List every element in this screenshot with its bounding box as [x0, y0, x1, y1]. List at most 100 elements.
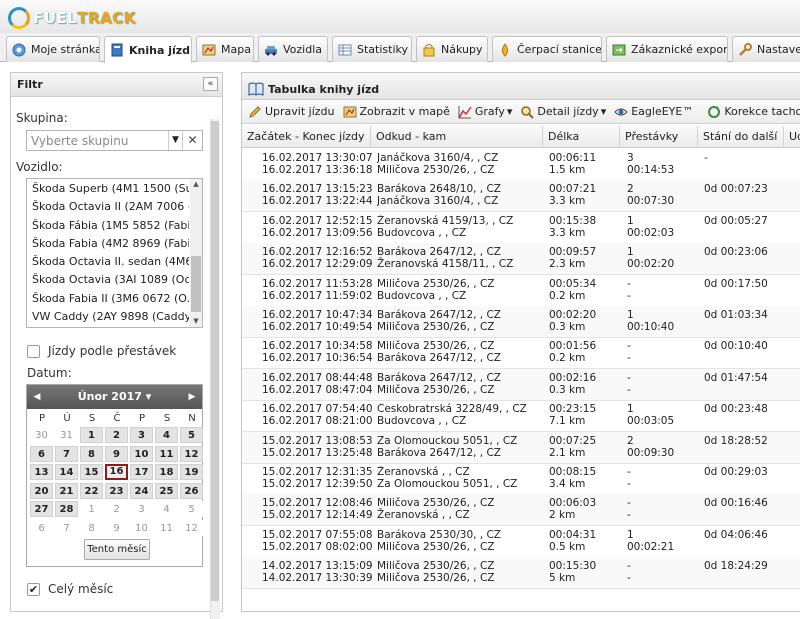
trip-detail-button[interactable]: Detail jízdy ▾	[520, 105, 606, 119]
calendar-day[interactable]: 7	[55, 519, 78, 536]
calendar-day[interactable]: 3	[130, 427, 153, 443]
stops-checkbox[interactable]	[27, 345, 40, 358]
edit-trip-button[interactable]: Upravit jízdu	[248, 105, 335, 119]
vehicle-option[interactable]: Škoda Octavia (3AI 1089 (Octavia))	[27, 271, 189, 289]
clear-icon[interactable]: ✕	[182, 131, 202, 150]
calendar-day[interactable]: 24	[130, 482, 153, 499]
vehicle-list-scroll-thumb[interactable]	[191, 256, 201, 312]
next-month-icon[interactable]: ▶	[184, 385, 200, 409]
charts-button[interactable]: Grafy ▾	[458, 105, 512, 119]
scroll-down-icon[interactable]: ▼	[190, 316, 202, 327]
calendar-day[interactable]: 13	[30, 464, 53, 480]
tab-nakupy[interactable]: Nákupy	[416, 36, 488, 62]
calendar-day[interactable]: 21	[55, 482, 78, 499]
vehicle-option[interactable]: Škoda Octavia II. sedan (4M6 1)	[27, 253, 189, 271]
calendar-day[interactable]: 25	[155, 482, 178, 499]
trip-row[interactable]: 16.02.2017 11:53:28 16.02.2017 11:59:02 Mi…	[242, 275, 800, 307]
calendar-day[interactable]: 8	[80, 519, 103, 536]
vehicle-option[interactable]: Škoda Octavia II (2AM 7006 (Octavia))	[27, 198, 189, 216]
calendar-day[interactable]: 9	[105, 519, 128, 536]
odometer-correction-button[interactable]: Korekce tachometru	[707, 105, 800, 119]
tab-zakaznicke-exporty[interactable]: Zákaznické exporty	[606, 36, 728, 62]
trip-row[interactable]: 15.02.2017 12:31:35 15.02.2017 12:39:50 Že…	[242, 463, 800, 495]
fueltrack-logo[interactable]: FUELTRACK	[8, 7, 136, 29]
this-month-button[interactable]: Tento měsíc	[84, 539, 150, 560]
calendar-day[interactable]: 2	[105, 427, 128, 443]
column-header-time[interactable]: Začátek - Konec jízdy	[242, 126, 371, 148]
show-on-map-button[interactable]: Zobrazit v mapě	[343, 105, 450, 119]
calendar-day[interactable]: 14	[55, 464, 78, 480]
tab-mapa[interactable]: Mapa	[196, 36, 254, 62]
column-header-more[interactable]: Ud	[784, 126, 800, 148]
filter-scrollbar-thumb[interactable]	[211, 121, 219, 601]
calendar-day[interactable]: 1	[80, 427, 103, 443]
calendar-day[interactable]: 20	[30, 482, 53, 499]
calendar-day[interactable]: 30	[30, 427, 53, 443]
calendar-day[interactable]: 16	[105, 464, 128, 480]
group-select[interactable]: Vyberte skupinu ▼ ✕	[26, 130, 203, 151]
calendar-day[interactable]: 2	[105, 501, 128, 517]
vehicle-option[interactable]: Škoda Fabia (4M2 8969 (Fabia))	[27, 235, 189, 253]
calendar-day[interactable]: 11	[155, 519, 178, 536]
calendar-day[interactable]: 26	[180, 482, 203, 499]
vehicle-option[interactable]: VW Caddy (2AY 9898 (Caddy))	[27, 308, 189, 326]
trip-row[interactable]: 16.02.2017 12:52:15 16.02.2017 13:09:56 Že…	[242, 212, 800, 244]
calendar-day[interactable]: 9	[105, 445, 128, 462]
scroll-up-icon[interactable]: ▲	[190, 179, 202, 190]
trip-row[interactable]: 16.02.2017 08:44:48 16.02.2017 08:47:04 Ba…	[242, 368, 800, 401]
column-header-route[interactable]: Odkud - kam	[371, 126, 543, 148]
column-header-parking[interactable]: Stání do další	[698, 126, 784, 148]
trip-row[interactable]: 16.02.2017 10:47:34 16.02.2017 10:49:54 Ba…	[242, 306, 800, 338]
trip-row[interactable]: 15.02.2017 07:55:08 15.02.2017 08:02:00 Ba…	[242, 526, 800, 558]
prev-month-icon[interactable]: ◀	[29, 385, 45, 409]
calendar-day[interactable]: 31	[55, 427, 78, 443]
chevron-down-icon[interactable]: ▼	[168, 131, 182, 150]
trip-row[interactable]: 15.02.2017 12:08:46 15.02.2017 12:14:49 Mi…	[242, 494, 800, 527]
trip-row[interactable]: 14.02.2017 13:15:09 14.02.2017 13:30:39 Mi…	[242, 557, 800, 590]
tab-nastaveni[interactable]: Nastavení	[732, 36, 800, 62]
whole-month-checkbox[interactable]: ✔	[27, 583, 40, 596]
eagleeye-button[interactable]: EagleEYE™	[614, 105, 693, 119]
calendar-day[interactable]: 18	[155, 464, 178, 480]
calendar-day[interactable]: 5	[180, 501, 203, 517]
trip-row[interactable]: 16.02.2017 12:16:52 16.02.2017 12:29:09 Ba…	[242, 243, 800, 276]
calendar-day[interactable]: 8	[80, 445, 103, 462]
tab-cerpaci-stanice[interactable]: Čerpací stanice	[492, 36, 602, 62]
calendar-month[interactable]: Únor 2017 ▾	[78, 390, 152, 403]
tab-vozidla[interactable]: Vozidla	[258, 36, 328, 62]
calendar-day[interactable]: 6	[30, 445, 53, 462]
calendar-day[interactable]: 4	[155, 501, 178, 517]
collapse-panel-button[interactable]: «	[203, 77, 218, 91]
calendar-day[interactable]: 12	[180, 445, 203, 462]
calendar-day[interactable]: 17	[130, 464, 153, 480]
calendar-day[interactable]: 4	[155, 427, 178, 443]
calendar-day[interactable]: 19	[180, 464, 203, 480]
vehicle-option[interactable]: Škoda Superb (4M1 1500 (Superb))	[27, 180, 189, 198]
vehicle-option[interactable]: Škoda Fabia II (3M6 0672 (O.Te	[27, 290, 189, 308]
calendar-day[interactable]: 15	[80, 464, 103, 480]
tab-statistiky[interactable]: Statistiky	[332, 36, 412, 62]
calendar-day[interactable]: 10	[130, 445, 153, 462]
trip-row[interactable]: 16.02.2017 07:54:40 16.02.2017 08:21:00 Če…	[242, 400, 800, 433]
tab-kniha-jizd[interactable]: Kniha jízd	[104, 36, 192, 63]
calendar-day[interactable]: 10	[130, 519, 153, 536]
calendar-day[interactable]: 6	[30, 519, 53, 536]
column-header-length[interactable]: Délka	[543, 126, 620, 148]
vehicle-option[interactable]: Škoda Fábia (1M5 5852 (Fabia))	[27, 217, 189, 235]
trip-row[interactable]: 16.02.2017 10:34:58 16.02.2017 10:36:54 Mi…	[242, 337, 800, 370]
calendar-day[interactable]: 1	[80, 501, 103, 517]
trip-row[interactable]: 16.02.2017 13:30:07 16.02.2017 13:36:18 Ja…	[242, 149, 800, 181]
calendar-day[interactable]: 23	[105, 482, 128, 499]
calendar-day[interactable]: 28	[55, 501, 78, 517]
calendar-day[interactable]: 7	[55, 445, 78, 462]
trip-row[interactable]: 16.02.2017 13:15:23 16.02.2017 13:22:44 Ba…	[242, 180, 800, 213]
calendar-day[interactable]: 27	[30, 501, 53, 517]
calendar-day[interactable]: 12	[180, 519, 203, 536]
calendar-day[interactable]: 3	[130, 501, 153, 517]
calendar-day[interactable]: 11	[155, 445, 178, 462]
vehicle-list[interactable]: Škoda Superb (4M1 1500 (Superb)) Škoda O…	[26, 178, 203, 328]
calendar-day[interactable]: 22	[80, 482, 103, 499]
calendar-day[interactable]: 5	[180, 427, 203, 443]
column-header-stops[interactable]: Přestávky	[620, 126, 698, 148]
tab-moje-stranka[interactable]: Moje stránka	[6, 36, 100, 62]
